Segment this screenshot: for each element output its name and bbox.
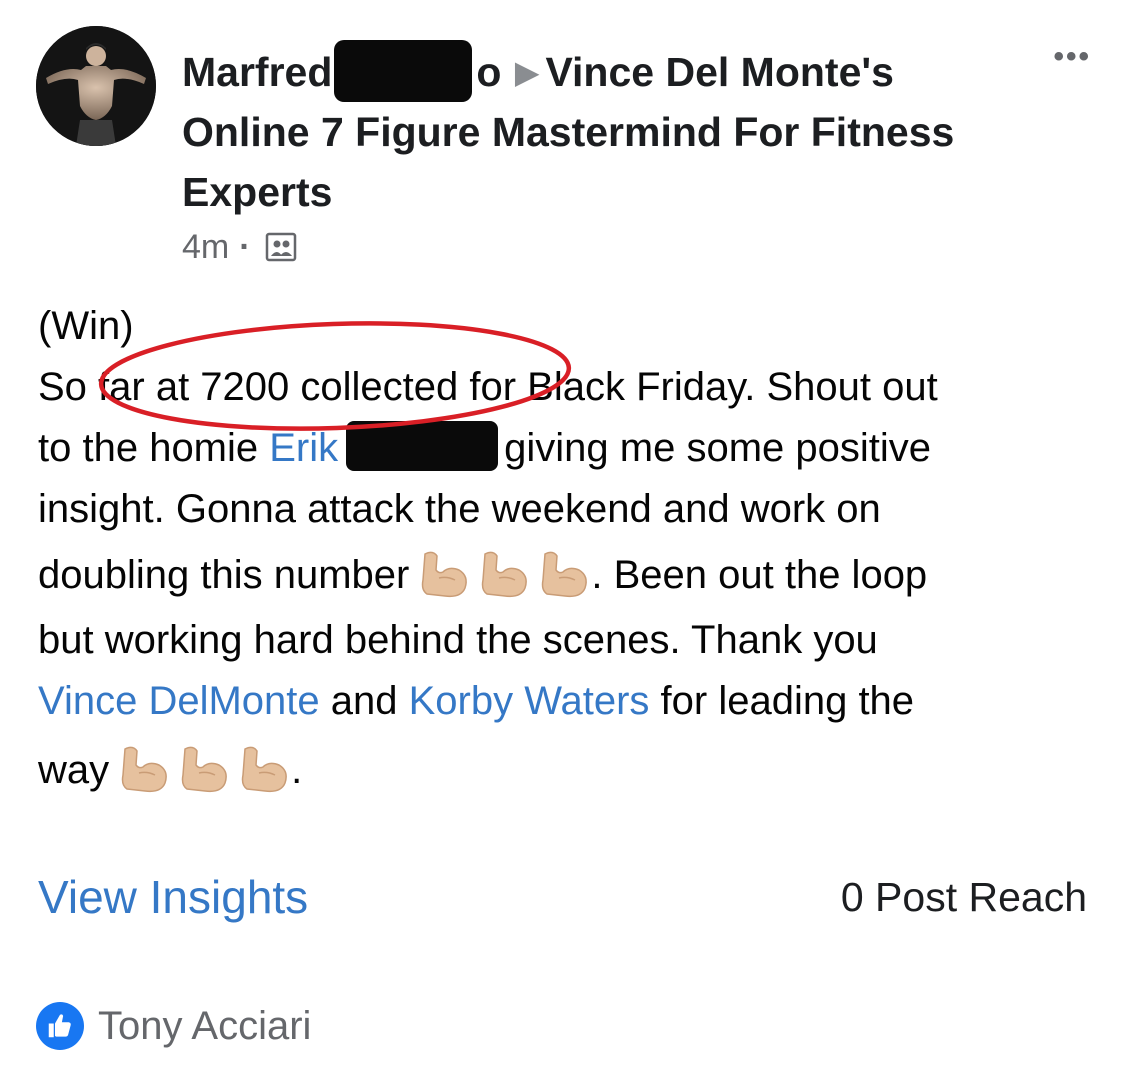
text-segment: doubling this number [38,553,410,597]
thumbs-up-icon [36,1002,84,1050]
post-line: insight. Gonna attack the weekend and wo… [38,487,881,531]
more-horizontal-icon[interactable]: ••• [1053,40,1091,74]
post-line: Vince DelMonte and Korby Waters for lead… [38,671,1098,732]
text-segment: for leading the [649,679,915,723]
text-segment: . Been out the loop [591,553,928,597]
post-line: way . [38,732,1098,808]
text-segment: way [38,748,110,792]
mention-erik[interactable]: Erik [269,426,338,470]
post-header: Marfred o ▶ Vince Del Monte's Online 7 Fig… [182,40,1002,222]
post-line: (Win) [38,304,134,348]
flexed-biceps-icon [482,551,528,598]
post-body: (Win) So far at 7200 collected for Black… [38,296,1098,808]
meta-separator: · [239,228,251,266]
flexed-biceps-icon [121,746,168,793]
text-segment: . [291,748,303,792]
post-time[interactable]: 4m [182,222,229,272]
flexed-biceps-icon [422,551,468,598]
author-avatar[interactable] [36,26,156,146]
text-segment: giving me some positive [504,426,931,470]
reactions-summary[interactable]: Tony Acciari [36,1002,311,1050]
view-insights-link[interactable]: View Insights [38,870,308,924]
author-name[interactable]: Marfred [182,49,332,95]
text-segment: to the homie [38,426,270,470]
group-icon[interactable] [265,231,297,263]
post-line: but working hard behind the scenes. Than… [38,618,878,662]
liker-name: Tony Acciari [98,1003,312,1048]
redaction-mark [334,40,473,102]
post-reach-count: 0 Post Reach [840,874,1087,920]
flexed-biceps-icon [241,746,288,793]
flexed-biceps-icon [181,746,228,793]
author-name-suffix[interactable]: o [476,49,501,95]
post-meta: 4m · [182,222,297,272]
text-segment: and [319,679,409,723]
flexed-biceps-icon [542,551,588,598]
post-line: to the homie Erik giving me some positive [38,418,1098,479]
emoji-group [117,743,291,797]
post-line: doubling this number . Been out the loop [38,540,1098,610]
arrow-right-icon: ▶ [514,54,540,90]
redaction-mark [346,421,499,471]
mention-korby-waters[interactable]: Korby Waters [409,679,650,723]
avatar-photo [36,26,156,146]
post-line: So far at 7200 collected for Black Frida… [38,365,938,409]
emoji-group [417,548,591,602]
mention-vince-delmonte[interactable]: Vince DelMonte [38,679,320,723]
